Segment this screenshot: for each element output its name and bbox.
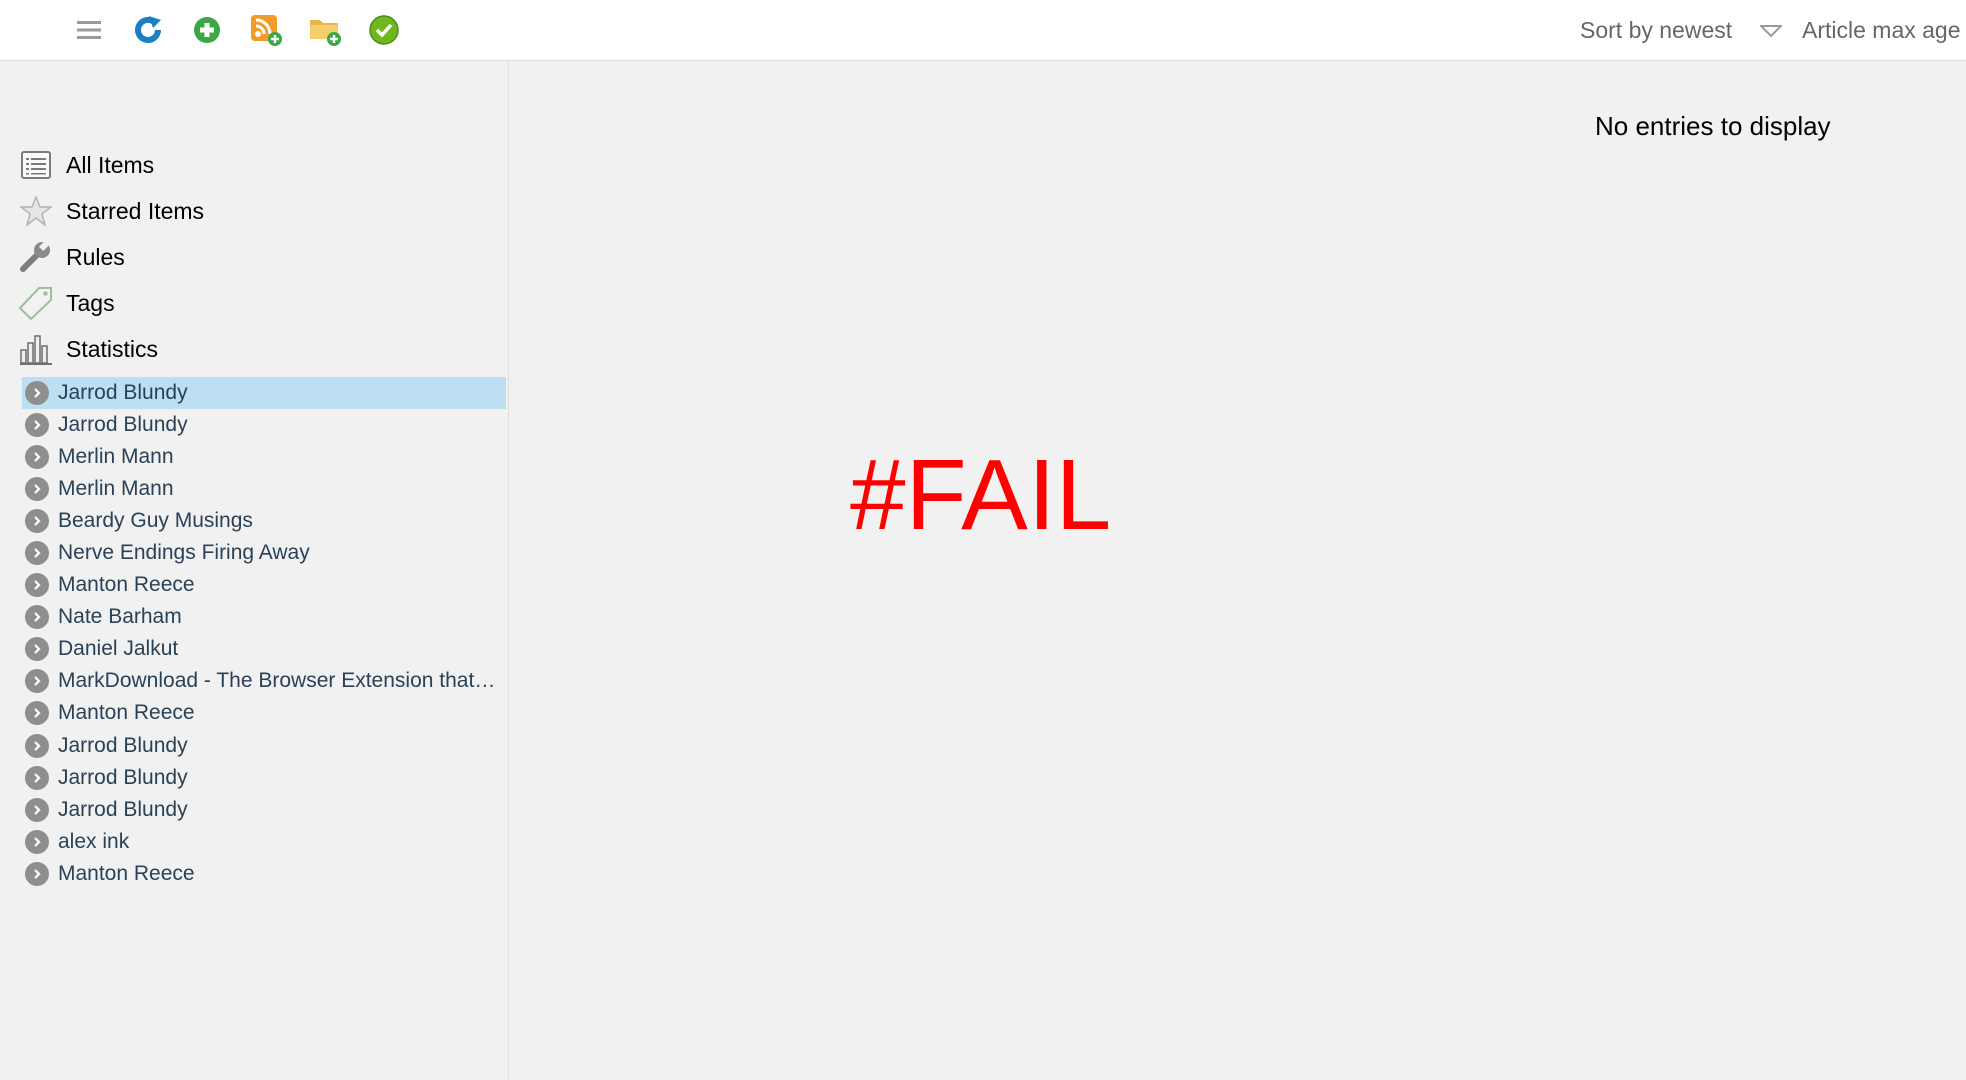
nav-label: Tags — [66, 289, 115, 316]
sort-select[interactable]: Sort by newest — [1580, 17, 1732, 44]
chevron-right-icon[interactable] — [25, 509, 49, 534]
empty-message: No entries to display — [1595, 111, 1831, 141]
feed-label: alex ink — [58, 829, 130, 853]
nav-statistics[interactable]: Statistics — [18, 329, 158, 369]
chevron-right-icon[interactable] — [25, 829, 49, 854]
list-icon — [18, 147, 54, 183]
nav-label: Statistics — [66, 335, 159, 362]
chevron-right-icon[interactable] — [25, 797, 49, 822]
feed-label: Jarrod Blundy — [58, 381, 188, 404]
feed-label: Daniel Jalkut — [58, 637, 179, 661]
chevron-right-icon[interactable] — [25, 701, 49, 726]
feed-label: Manton Reece — [58, 861, 195, 885]
add-folder-icon[interactable] — [308, 13, 342, 47]
feed-item[interactable]: Daniel Jalkut — [22, 633, 506, 665]
menu-icon[interactable] — [72, 13, 106, 47]
chevron-right-icon[interactable] — [25, 861, 49, 886]
chevron-right-icon[interactable] — [25, 381, 49, 405]
feed-item[interactable]: alex ink — [22, 826, 506, 858]
feed-item[interactable]: Jarrod Blundy — [22, 794, 506, 826]
feed-label: Jarrod Blundy — [58, 765, 188, 789]
mark-read-icon[interactable] — [367, 13, 401, 47]
feed-label: Beardy Guy Musings — [58, 509, 253, 533]
feed-list: Jarrod Blundy Jarrod Blundy Merlin Mann … — [22, 377, 506, 890]
feed-label: Manton Reece — [58, 701, 195, 725]
feed-label: Manton Reece — [58, 573, 195, 597]
add-icon[interactable] — [190, 13, 224, 47]
wrench-icon — [18, 239, 54, 275]
feed-label: Merlin Mann — [58, 445, 174, 469]
tag-icon — [18, 285, 54, 321]
chevron-right-icon[interactable] — [25, 445, 49, 470]
fail-overlay-text: #FAIL — [850, 439, 1112, 551]
refresh-icon[interactable] — [131, 13, 165, 47]
feed-label: Jarrod Blundy — [58, 733, 188, 757]
add-feed-icon[interactable] — [249, 13, 283, 47]
feed-item[interactable]: Manton Reece — [22, 569, 506, 601]
chevron-right-icon[interactable] — [25, 413, 49, 438]
nav-label: Rules — [66, 243, 125, 270]
feed-item[interactable]: Nerve Endings Firing Away — [22, 537, 506, 569]
chevron-right-icon[interactable] — [25, 765, 49, 790]
feed-item[interactable]: Beardy Guy Musings — [22, 505, 506, 537]
feed-label: Jarrod Blundy — [58, 797, 188, 821]
chevron-right-icon[interactable] — [25, 669, 49, 694]
star-icon — [18, 193, 54, 229]
nav-label: All Items — [66, 151, 155, 178]
article-list-pane: No entries to display #FAIL — [510, 61, 1966, 1080]
feed-item[interactable]: Jarrod Blundy — [22, 377, 506, 409]
nav-rules[interactable]: Rules — [18, 237, 125, 277]
feed-item[interactable]: Merlin Mann — [22, 473, 506, 505]
nav-starred-items[interactable]: Starred Items — [18, 191, 204, 231]
feed-label: Nate Barham — [58, 605, 182, 629]
feed-label: Jarrod Blundy — [58, 413, 188, 437]
chevron-right-icon[interactable] — [25, 637, 49, 662]
nav-tags[interactable]: Tags — [18, 283, 115, 323]
nav-all-items[interactable]: All Items — [18, 145, 154, 185]
feed-item[interactable]: Merlin Mann — [22, 441, 506, 473]
chevron-right-icon[interactable] — [25, 605, 49, 630]
nav-label: Starred Items — [66, 197, 205, 224]
feed-item[interactable]: Nate Barham — [22, 601, 506, 633]
bar-chart-icon — [18, 331, 54, 367]
feed-item[interactable]: Jarrod Blundy — [22, 730, 506, 762]
feed-label: Merlin Mann — [58, 477, 174, 501]
sidebar: All Items Starred Items Rules Tags Stati… — [0, 61, 509, 1080]
feed-item[interactable]: MarkDownload - The Browser Extension tha… — [22, 665, 506, 697]
toolbar: Sort by newest Article max age — [0, 0, 1966, 61]
feed-item[interactable]: Manton Reece — [22, 697, 506, 729]
chevron-down-icon[interactable] — [1758, 17, 1784, 44]
feed-label: MarkDownload - The Browser Extension tha… — [58, 669, 498, 693]
chevron-right-icon[interactable] — [25, 573, 49, 598]
article-max-age-select[interactable]: Article max age — [1802, 17, 1961, 44]
feed-item[interactable]: Manton Reece — [22, 858, 506, 890]
feed-item[interactable]: Jarrod Blundy — [22, 762, 506, 794]
chevron-right-icon[interactable] — [25, 541, 49, 566]
feed-label: Nerve Endings Firing Away — [58, 541, 310, 565]
feed-item[interactable]: Jarrod Blundy — [22, 409, 506, 441]
chevron-right-icon[interactable] — [25, 477, 49, 502]
chevron-right-icon[interactable] — [25, 733, 49, 758]
